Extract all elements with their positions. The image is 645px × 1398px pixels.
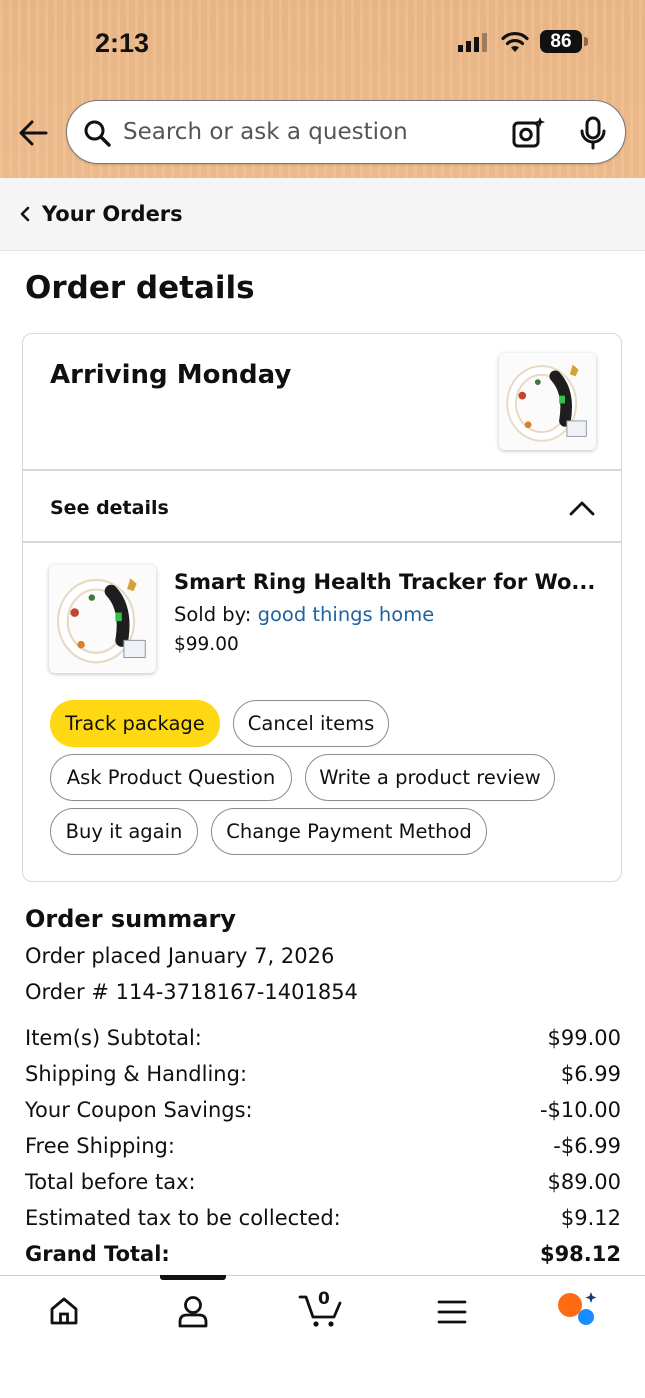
buy-again-button[interactable]: Buy it again	[50, 808, 198, 855]
divider	[23, 469, 621, 471]
summary-value: -$10.00	[539, 1098, 621, 1122]
chevron-up-icon[interactable]	[568, 499, 596, 517]
account-icon[interactable]	[176, 1294, 210, 1328]
battery-indicator: 86	[540, 30, 582, 53]
cellular-signal-icon	[458, 33, 487, 52]
item-title[interactable]: Smart Ring Health Tracker for Wo...	[174, 570, 594, 594]
summary-label: Grand Total:	[25, 1242, 170, 1266]
summary-label: Shipping & Handling:	[25, 1062, 248, 1086]
summary-row-subtotal: Item(s) Subtotal: $99.00	[25, 1026, 621, 1056]
order-placed-date: Order placed January 7, 2026	[25, 944, 335, 968]
smart-ring-image	[499, 353, 596, 450]
chevron-left-icon	[20, 206, 30, 222]
divider	[23, 541, 621, 543]
item-price: $99.00	[174, 634, 239, 655]
summary-value: $6.99	[560, 1062, 621, 1086]
summary-value: $89.00	[547, 1170, 621, 1194]
search-bar[interactable]: Search or ask a question	[66, 100, 626, 164]
summary-row-grand-total: Grand Total: $98.12	[25, 1242, 621, 1272]
bottom-nav: 0	[0, 1275, 645, 1398]
summary-row-total-before-tax: Total before tax: $89.00	[25, 1170, 621, 1200]
summary-label: Item(s) Subtotal:	[25, 1026, 202, 1050]
summary-label: Your Coupon Savings:	[25, 1098, 253, 1122]
summary-label: Free Shipping:	[25, 1134, 175, 1158]
breadcrumb-your-orders[interactable]: Your Orders	[42, 202, 183, 226]
track-package-button[interactable]: Track package	[50, 700, 220, 747]
page-title: Order details	[25, 270, 255, 306]
search-input[interactable]: Search or ask a question	[123, 119, 408, 145]
sold-by: Sold by: good things home	[174, 603, 434, 626]
cart-count: 0	[318, 1289, 330, 1309]
wifi-icon	[501, 31, 529, 52]
menu-icon[interactable]	[437, 1298, 467, 1326]
seller-link[interactable]: good things home	[258, 603, 435, 626]
summary-value: $99.00	[547, 1026, 621, 1050]
rufus-assistant-icon[interactable]	[555, 1290, 599, 1326]
order-summary-title: Order summary	[25, 905, 236, 933]
home-icon[interactable]	[49, 1296, 79, 1326]
cancel-items-button[interactable]: Cancel items	[233, 700, 389, 747]
camera-search-icon[interactable]	[511, 116, 545, 150]
breadcrumb[interactable]: Your Orders	[0, 178, 645, 251]
summary-row-coupon: Your Coupon Savings: -$10.00	[25, 1098, 621, 1128]
ask-product-question-button[interactable]: Ask Product Question	[50, 754, 292, 801]
summary-row-shipping: Shipping & Handling: $6.99	[25, 1062, 621, 1092]
sold-by-label: Sold by:	[174, 603, 258, 626]
see-details-toggle[interactable]: See details	[50, 497, 169, 519]
smart-ring-image	[49, 565, 156, 673]
order-card: Arriving Monday See details Smart Ring H…	[22, 333, 622, 882]
active-tab-indicator	[160, 1275, 226, 1280]
back-arrow-icon[interactable]	[18, 119, 48, 147]
search-icon	[84, 120, 111, 147]
write-review-button[interactable]: Write a product review	[305, 754, 555, 801]
product-thumbnail[interactable]	[499, 353, 596, 450]
summary-row-free-shipping: Free Shipping: -$6.99	[25, 1134, 621, 1164]
status-time: 2:13	[95, 28, 150, 58]
top-header: 2:13 86 Search or ask a question	[0, 0, 645, 178]
summary-value: $9.12	[560, 1206, 621, 1230]
battery-tip	[584, 37, 588, 46]
summary-row-tax: Estimated tax to be collected: $9.12	[25, 1206, 621, 1236]
summary-label: Total before tax:	[25, 1170, 196, 1194]
item-thumbnail[interactable]	[49, 565, 156, 673]
summary-value: $98.12	[539, 1242, 621, 1266]
delivery-status: Arriving Monday	[50, 360, 292, 390]
change-payment-button[interactable]: Change Payment Method	[211, 808, 487, 855]
summary-value: -$6.99	[553, 1134, 621, 1158]
microphone-icon[interactable]	[579, 116, 607, 150]
order-number: Order # 114-3718167-1401854	[25, 980, 358, 1004]
summary-label: Estimated tax to be collected:	[25, 1206, 341, 1230]
